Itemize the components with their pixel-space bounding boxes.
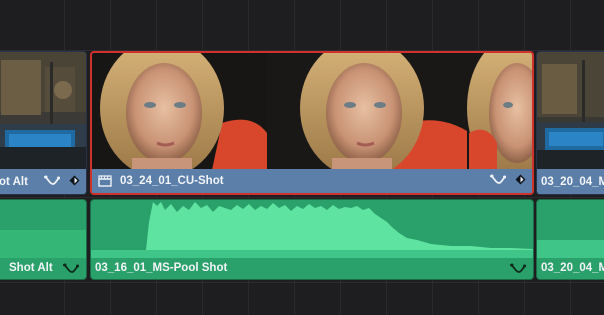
clip-label-bar: 03_20_04_MS (537, 170, 604, 194)
clip-label-bar: 03_20_04_MS (537, 257, 604, 279)
curve-icon[interactable] (489, 173, 507, 185)
audio-waveform (537, 240, 604, 258)
video-clip-selected[interactable]: 03_24_01_CU-Shot (90, 51, 534, 195)
clip-label-bar: Shot Alt (0, 257, 86, 279)
video-clip-right[interactable]: 03_20_04_MS (536, 51, 604, 195)
clip-icons (43, 174, 80, 186)
thumbnail-frame (467, 53, 532, 170)
clip-label: 03_20_04_MS (541, 262, 604, 274)
timeline: ot Alt 03_24_01_CU-Shot 03_20_04_ Shot A… (0, 0, 604, 315)
thumbnail-frame (92, 53, 267, 170)
clip-icons (489, 173, 526, 185)
track-separator (0, 197, 604, 198)
audio-waveform (0, 230, 86, 258)
clip-label-bar: 03_24_01_CU-Shot (92, 169, 532, 193)
clip-thumbnails (537, 52, 604, 169)
track-separator (0, 282, 604, 283)
clip-icons (62, 262, 80, 274)
clip-label: 03_20_04_MS (541, 176, 604, 188)
clip-label-bar: 03_16_01_MS-Pool Shot (91, 257, 533, 279)
clapperboard-icon (98, 175, 112, 187)
clip-icons (509, 262, 527, 274)
clip-thumbnails (92, 53, 532, 170)
clip-thumbnails (0, 52, 86, 169)
audio-clip-right[interactable]: 03_20_04_MS (536, 199, 604, 280)
audio-waveform (91, 202, 533, 258)
clip-label-bar: ot Alt (0, 170, 86, 194)
clip-label: ot Alt (0, 176, 28, 188)
clip-label: 03_24_01_CU-Shot (120, 175, 224, 187)
clip-label: 03_16_01_MS-Pool Shot (95, 262, 228, 274)
curve-icon[interactable] (509, 262, 527, 274)
keyframe-diamond-icon[interactable] (69, 175, 80, 186)
clip-label: Shot Alt (9, 262, 53, 274)
curve-icon[interactable] (43, 174, 61, 186)
audio-clip-left[interactable]: Shot Alt (0, 199, 87, 280)
curve-icon[interactable] (62, 262, 80, 274)
audio-clip-middle[interactable]: 03_16_01_MS-Pool Shot (90, 199, 534, 280)
keyframe-diamond-icon[interactable] (515, 174, 526, 185)
video-clip-left[interactable]: ot Alt (0, 51, 87, 195)
thumbnail-frame (267, 53, 467, 170)
